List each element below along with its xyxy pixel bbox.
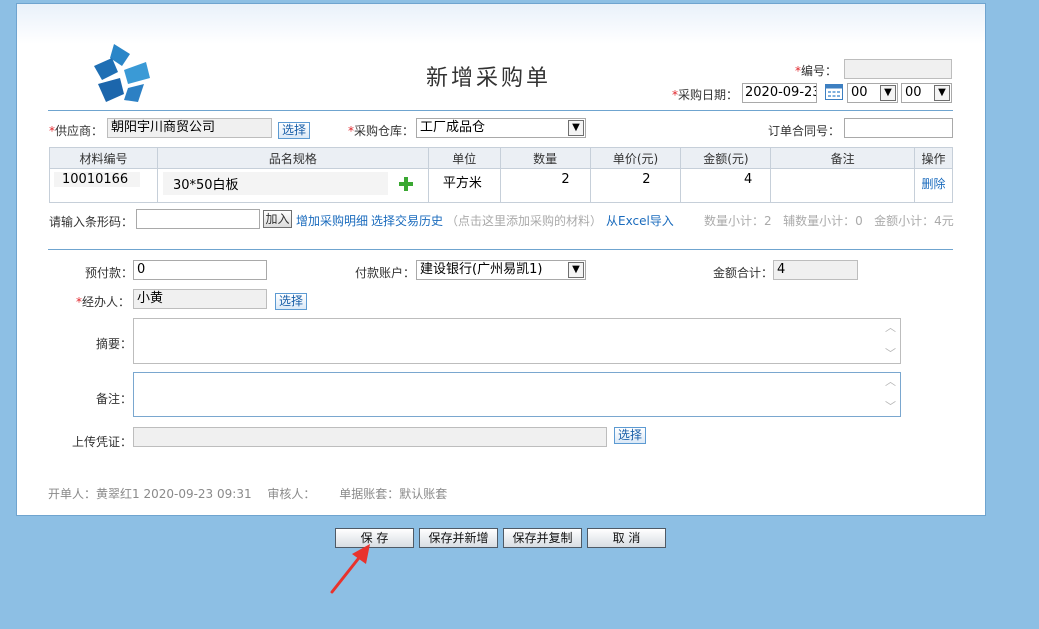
add-detail-link[interactable]: 增加采购明细 — [296, 212, 368, 229]
total-field: 4 — [773, 260, 858, 280]
subtotal-summary: 数量小计：2 辅数量小计：0 金额小计：4元 — [704, 214, 954, 228]
company-logo — [94, 44, 150, 102]
col-header: 数量 — [499, 147, 591, 169]
history-link[interactable]: 选择交易历史 — [371, 212, 443, 229]
supplier-field[interactable]: 朝阳宇川商贸公司 — [107, 118, 272, 138]
total-label: 金额合计： — [713, 266, 774, 280]
choose-upload-button[interactable]: 选择 — [614, 427, 647, 444]
supplier-label: *供应商： — [49, 124, 104, 138]
page-title: 新增采购单 — [426, 66, 552, 91]
upload-field[interactable] — [133, 427, 607, 447]
barcode-add-button[interactable]: 加入 — [263, 210, 292, 228]
code-field[interactable] — [844, 59, 952, 79]
plus-icon[interactable] — [398, 177, 413, 191]
summary-textarea[interactable]: ︿ ﹀ — [133, 318, 901, 364]
handler-label: *经办人： — [76, 295, 131, 309]
divider — [48, 249, 953, 250]
account-set-info: 单据账套：默认账套 — [339, 487, 448, 501]
cell-amount: 4 — [680, 168, 772, 203]
account-label: 付款账户： — [355, 266, 416, 280]
col-header: 单位 — [427, 147, 501, 169]
document-meta: 开单人：黄翠红1 2020-09-23 09:31 审核人： 单据账套：默认账套 — [48, 485, 447, 502]
minute-select[interactable]: 00 ▼ — [901, 83, 952, 103]
col-header: 材料编号 — [49, 147, 158, 169]
remark-textarea[interactable]: ︿ ﹀ — [133, 372, 901, 417]
cancel-button[interactable]: 取 消 — [587, 528, 666, 548]
summary-label: 摘要： — [96, 337, 133, 351]
purchase-date-field[interactable]: 2020-09-23 — [742, 83, 817, 103]
col-header: 操作 — [914, 147, 953, 169]
choose-handler-button[interactable]: 选择 — [275, 293, 308, 310]
barcode-hint: （点击这里添加采购的材料） — [446, 214, 603, 228]
contract-label: 订单合同号： — [768, 124, 841, 138]
warehouse-label: *采购仓库： — [348, 124, 415, 138]
hour-select[interactable]: 00 ▼ — [847, 83, 898, 103]
delete-link[interactable]: 删除 — [914, 168, 953, 203]
account-select[interactable]: 建设银行(广州易凯1) ▼ — [416, 260, 586, 280]
prepay-field[interactable]: 0 — [133, 260, 267, 280]
cell-note[interactable] — [770, 168, 916, 203]
cell-unit: 平方米 — [427, 168, 501, 203]
remark-label: 备注： — [96, 392, 133, 406]
col-header: 备注 — [770, 147, 916, 169]
upload-label: 上传凭证： — [72, 435, 133, 449]
save-and-new-button[interactable]: 保存并新增 — [419, 528, 498, 548]
creator-info: 开单人：黄翠红1 2020-09-23 09:31 — [48, 487, 252, 501]
cell-name[interactable]: 30*50白板 — [156, 168, 429, 203]
handler-field[interactable]: 小黄 — [133, 289, 267, 309]
prepay-label: 预付款： — [85, 266, 134, 280]
chevron-down-icon: ▼ — [568, 120, 584, 136]
chevron-down-icon[interactable]: ﹀ — [883, 347, 898, 361]
barcode-label: 请输入条形码： — [49, 215, 134, 229]
red-arrow-annotation — [330, 544, 370, 594]
table-row: 10010166 30*50白板 平方米 2 2 4 删除 — [49, 168, 953, 203]
table-header-row: 材料编号 品名规格 单位 数量 单价(元) 金额(元) 备注 操作 — [49, 147, 953, 169]
save-and-copy-button[interactable]: 保存并复制 — [503, 528, 582, 548]
cell-code[interactable]: 10010166 — [49, 168, 158, 203]
calendar-icon[interactable] — [825, 84, 843, 100]
warehouse-select[interactable]: 工厂成品仓 ▼ — [416, 118, 586, 138]
contract-field[interactable] — [844, 118, 953, 138]
items-table: 材料编号 品名规格 单位 数量 单价(元) 金额(元) 备注 操作 100101… — [49, 147, 953, 203]
cell-price[interactable]: 2 — [589, 168, 682, 203]
excel-import-link[interactable]: 从Excel导入 — [606, 212, 674, 229]
auditor-info: 审核人： — [267, 487, 316, 501]
chevron-up-icon[interactable]: ︿ — [883, 375, 898, 389]
chevron-up-icon[interactable]: ︿ — [883, 321, 898, 335]
code-label: *编号： — [795, 64, 838, 78]
scrollbar[interactable]: ︿ ﹀ — [883, 321, 898, 361]
scrollbar[interactable]: ︿ ﹀ — [883, 375, 898, 414]
chevron-down-icon: ▼ — [568, 262, 584, 278]
cell-qty[interactable]: 2 — [499, 168, 591, 203]
barcode-input[interactable] — [136, 209, 260, 229]
col-header: 品名规格 — [156, 147, 429, 169]
purchase-date-label: *采购日期： — [672, 88, 739, 102]
divider — [48, 110, 953, 111]
col-header: 单价(元) — [589, 147, 682, 169]
chevron-down-icon: ▼ — [934, 85, 950, 101]
chevron-down-icon[interactable]: ﹀ — [883, 400, 898, 414]
chevron-down-icon: ▼ — [880, 85, 896, 101]
choose-supplier-button[interactable]: 选择 — [278, 122, 311, 139]
col-header: 金额(元) — [680, 147, 772, 169]
